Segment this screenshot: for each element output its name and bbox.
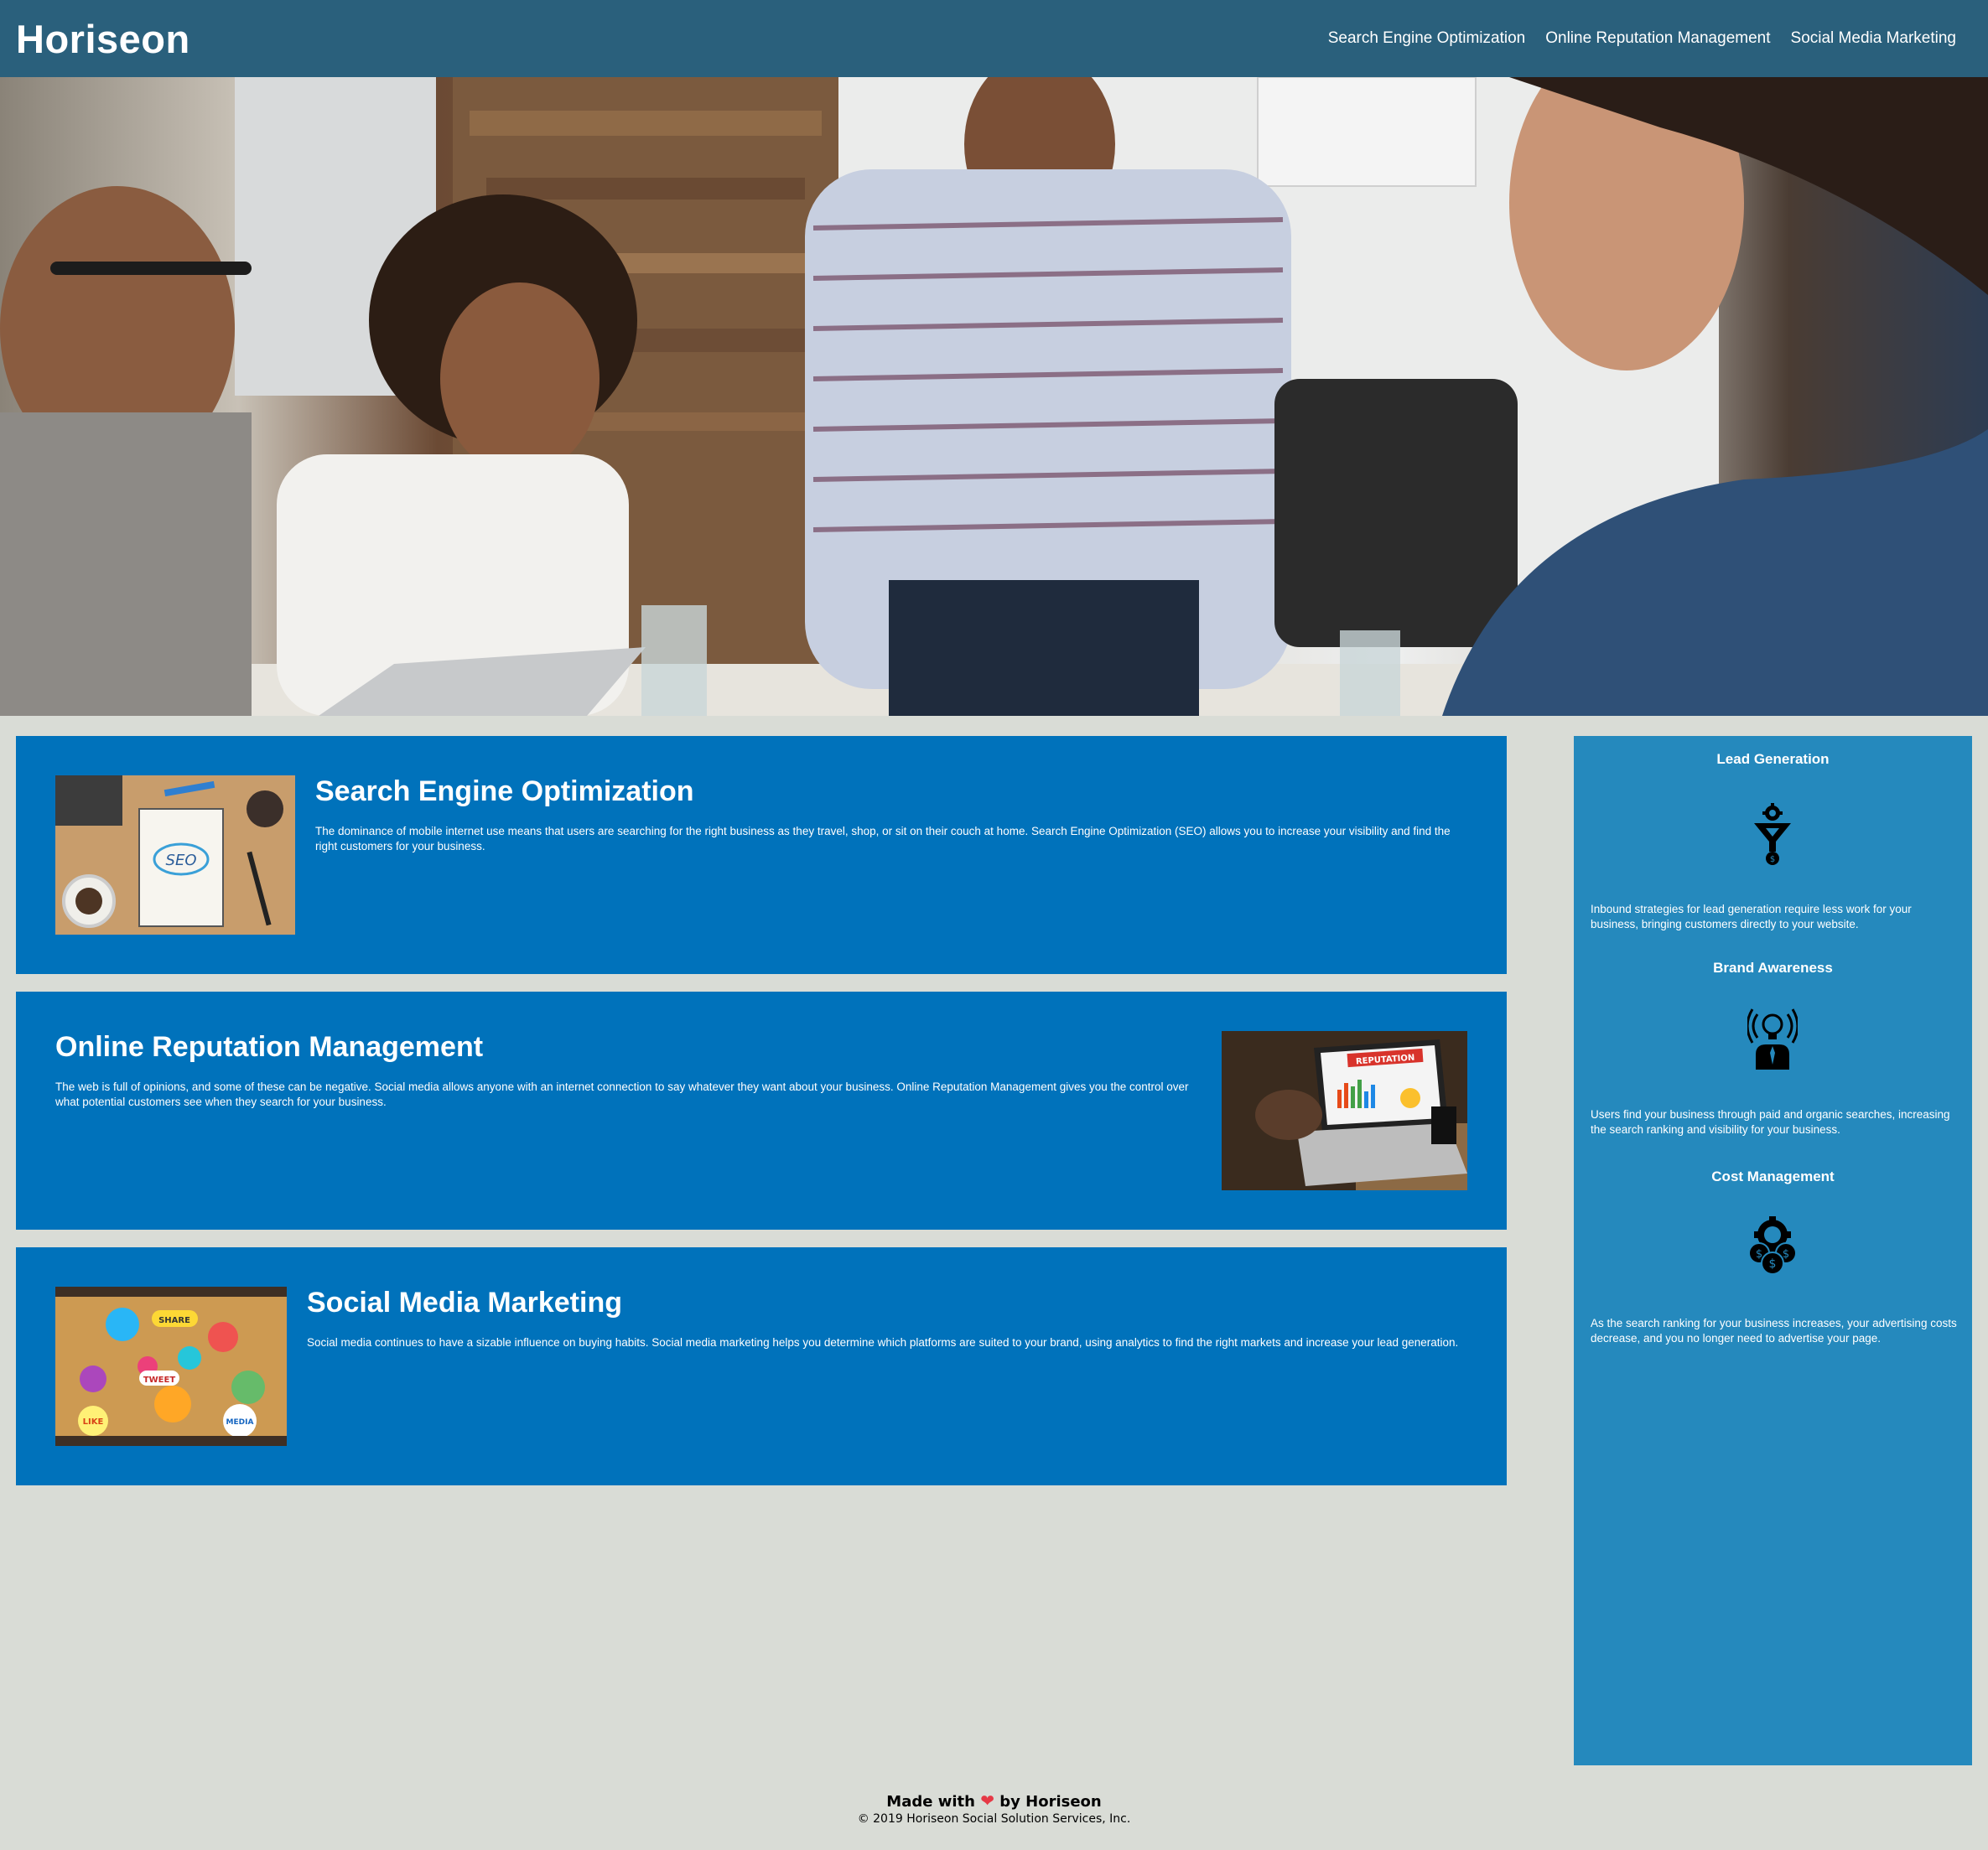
site-header: Horiseon Search Engine Optimization Onli… — [0, 0, 1988, 77]
main-nav: Search Engine Optimization Online Reputa… — [1328, 29, 1956, 48]
nav-link-seo[interactable]: Search Engine Optimization — [1328, 29, 1526, 48]
heart-icon: ❤ — [980, 1790, 994, 1811]
seo-image: SEO — [55, 775, 295, 935]
section-reputation: Online Reputation Management The web is … — [16, 992, 1507, 1230]
hero-photo-illustration — [0, 77, 1988, 716]
reputation-image: REPUTATION — [1222, 1031, 1467, 1190]
section-title: Social Media Marketing — [307, 1287, 622, 1319]
section-social-media: SHARE TWEET LIKE MEDIA Social Media Mark… — [16, 1247, 1507, 1485]
site-footer: Made with ❤ by Horiseon © 2019 Horiseon … — [0, 1790, 1988, 1826]
social-media-image: SHARE TWEET LIKE MEDIA — [55, 1287, 287, 1446]
benefit-cost-management: Cost Management $ $ $ As the search rank… — [1574, 1169, 1972, 1345]
logo[interactable]: Horiseon — [16, 16, 190, 62]
footer-made-suffix: by Horiseon — [999, 1793, 1102, 1811]
svg-text:$: $ — [1783, 1248, 1789, 1261]
benefit-text: As the search ranking for your business … — [1591, 1317, 1957, 1345]
social-image-label-tweet: TWEET — [143, 1376, 176, 1385]
social-media-illustration: SHARE TWEET LIKE MEDIA — [55, 1287, 287, 1446]
reputation-illustration: REPUTATION — [1222, 1031, 1467, 1190]
section-text: Social media continues to have a sizable… — [307, 1336, 1459, 1349]
brand-lightbulb-icon — [1747, 1008, 1798, 1070]
benefit-text: Inbound strategies for lead generation r… — [1591, 903, 1912, 930]
footer-made-with: Made with ❤ by Horiseon — [0, 1790, 1988, 1811]
benefit-title: Cost Management — [1711, 1169, 1835, 1184]
section-text: The web is full of opinions, and some of… — [55, 1080, 1189, 1108]
benefit-lead-generation: Lead Generation $ Inbound strategies for… — [1574, 751, 1972, 930]
benefit-title: Brand Awareness — [1713, 960, 1833, 976]
benefits-sidebar: Lead Generation $ Inbound strategies for… — [1574, 736, 1972, 1765]
seo-image-label: SEO — [166, 852, 197, 869]
svg-text:$: $ — [1769, 1257, 1777, 1271]
social-image-label-like: LIKE — [83, 1417, 104, 1427]
svg-text:$: $ — [1756, 1248, 1762, 1261]
section-text: The dominance of mobile internet use mea… — [315, 825, 1451, 852]
svg-text:$: $ — [1770, 855, 1775, 864]
social-image-label-media: MEDIA — [226, 1418, 254, 1427]
nav-link-social-media[interactable]: Social Media Marketing — [1791, 29, 1956, 48]
social-image-label-share: SHARE — [158, 1316, 190, 1325]
footer-made-prefix: Made with — [886, 1793, 975, 1811]
benefit-text: Users find your business through paid an… — [1591, 1108, 1950, 1136]
benefit-brand-awareness: Brand Awareness Users find your business… — [1574, 960, 1972, 1136]
section-title: Online Reputation Management — [55, 1031, 484, 1063]
cost-gears-icon: $ $ $ — [1748, 1216, 1797, 1275]
footer-copyright: © 2019 Horiseon Social Solution Services… — [857, 1812, 1131, 1826]
hero-image — [0, 77, 1988, 716]
seo-illustration: SEO — [55, 775, 295, 935]
section-title: Search Engine Optimization — [315, 775, 694, 807]
nav-link-reputation[interactable]: Online Reputation Management — [1545, 29, 1770, 48]
section-seo: SEO Search Engine Optimization The domin… — [16, 736, 1507, 974]
lead-funnel-icon: $ — [1754, 803, 1791, 865]
benefit-title: Lead Generation — [1716, 751, 1830, 767]
